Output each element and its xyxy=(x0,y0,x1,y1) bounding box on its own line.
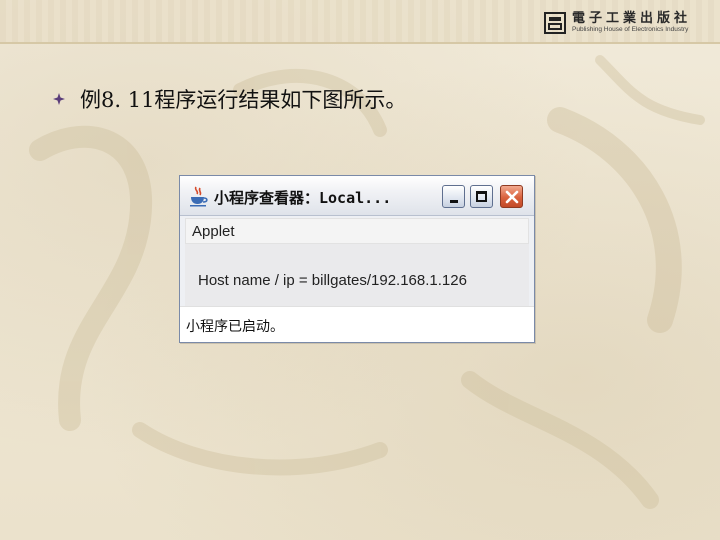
status-text: 小程序已启动。 xyxy=(186,319,284,335)
menu-bar: Applet xyxy=(185,218,529,244)
window-titlebar[interactable]: 小程序查看器：Local... xyxy=(180,176,534,216)
publisher-logo: 電子工業出版社 Publishing House of Electronics … xyxy=(544,8,714,38)
menu-item-applet[interactable]: Applet xyxy=(192,223,235,240)
maximize-button[interactable] xyxy=(470,185,493,208)
close-button[interactable] xyxy=(500,185,523,208)
slide-caption: 例8. 11程序运行结果如下图所示。 xyxy=(80,88,407,112)
publisher-logo-icon xyxy=(544,12,566,34)
minimize-icon xyxy=(449,200,458,203)
header-divider xyxy=(0,42,720,44)
host-ip-text: Host name / ip = billgates/192.168.1.126 xyxy=(198,272,467,289)
publisher-name-en: Publishing House of Electronics Industry xyxy=(572,26,689,33)
applet-viewer-window: 小程序查看器：Local... Applet Host name / ip = … xyxy=(179,175,535,343)
close-icon xyxy=(505,190,518,203)
window-title: 小程序查看器：Local... xyxy=(214,189,392,207)
status-bar: 小程序已启动。 xyxy=(180,306,534,342)
java-cup-icon xyxy=(190,186,208,207)
publisher-name-cn: 電子工業出版社 xyxy=(572,11,692,26)
minimize-button[interactable] xyxy=(442,185,465,208)
applet-content-area: Host name / ip = billgates/192.168.1.126 xyxy=(185,244,529,306)
diamond-bullet-icon xyxy=(52,92,66,106)
maximize-icon xyxy=(476,191,487,202)
